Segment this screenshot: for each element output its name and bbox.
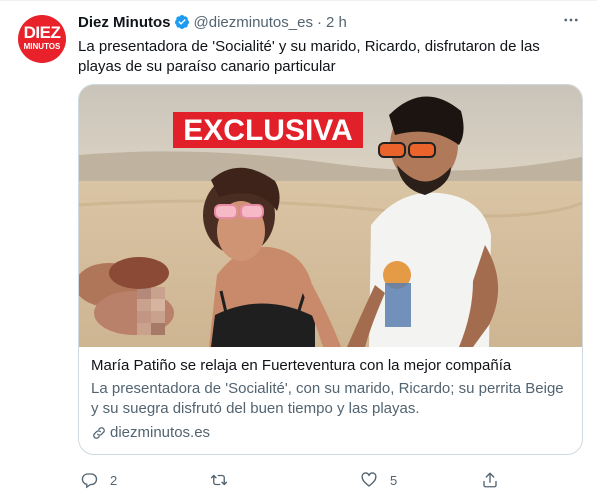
author-name[interactable]: Diez Minutos [78,14,171,31]
like-icon [361,472,377,487]
retweet-button[interactable] [210,469,240,491]
card-description: La presentadora de 'Socialité', con su m… [91,380,564,417]
card-domain: diezminutos.es [91,423,571,443]
tweet-header: Diez Minutos @diezminutos_es · 2 h [78,13,347,31]
share-button[interactable] [481,469,511,491]
reply-button[interactable]: 2 [80,469,117,491]
card-domain-text: diezminutos.es [110,424,211,441]
like-button[interactable]: 5 [360,469,397,491]
avatar-logo-top: DIEZ [23,23,61,42]
reply-icon [81,473,98,489]
tweet-actions: 2 5 [78,469,583,491]
separator-dot: · [316,13,322,31]
link-card[interactable]: EXCLUSIVA María Patiño se relaja en Fuer… [78,84,583,455]
reply-count: 2 [110,472,118,488]
exclusive-label: EXCLUSIVA [183,114,352,147]
more-icon[interactable] [561,10,581,30]
verified-badge-icon [174,14,190,30]
link-icon [91,425,107,441]
card-title: María Patiño se relaja en Fuerteventura … [91,357,512,374]
retweet-icon [210,474,228,486]
tweet-text: La presentadora de 'Socialité' y su mari… [78,38,540,75]
tweet[interactable]: DIEZ MINUTOS Diez Minutos @diezminutos_e… [0,0,597,499]
author-handle[interactable]: @diezminutos_es [194,14,313,31]
like-count: 5 [390,472,398,488]
tweet-timestamp[interactable]: 2 h [326,14,347,31]
avatar[interactable]: DIEZ MINUTOS [18,15,66,63]
share-icon [483,472,497,488]
card-image[interactable]: EXCLUSIVA [79,85,582,347]
card-body: María Patiño se relaja en Fuerteventura … [91,356,571,443]
avatar-logo-bottom: MINUTOS [23,42,61,51]
